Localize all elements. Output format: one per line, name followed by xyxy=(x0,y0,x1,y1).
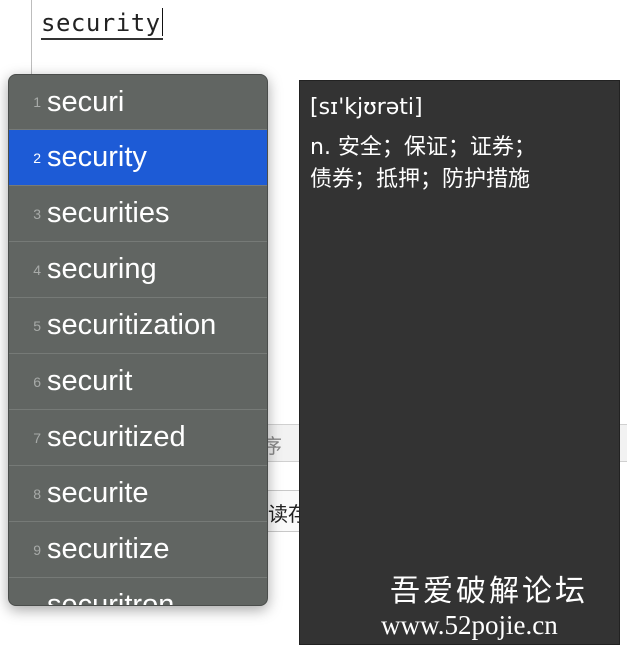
typed-word-text: security xyxy=(41,9,161,37)
watermark-site-name: 吾爱破解论坛 xyxy=(390,574,588,609)
suggestion-word: securities xyxy=(47,197,170,229)
suggestion-word: securit xyxy=(47,365,133,397)
suggestion-item[interactable]: 5 securitization xyxy=(9,298,267,354)
suggestion-item[interactable]: 9 securitize xyxy=(9,522,267,578)
suggestion-item[interactable]: 6 securit xyxy=(9,354,267,410)
suggestion-number: 9 xyxy=(33,541,41,558)
suggestion-word: securi xyxy=(47,85,125,118)
suggestion-item[interactable]: 3 securities xyxy=(9,186,267,242)
definition-panel: [sɪ'kjʊrəti] n. 安全；保证；证券； 债券；抵押；防护措施 xyxy=(299,80,620,645)
suggestion-word: securing xyxy=(47,253,157,285)
suggestion-number: 6 xyxy=(33,373,41,390)
suggestion-item[interactable]: 4 securing xyxy=(9,242,267,298)
suggestion-item[interactable]: securitron xyxy=(9,578,267,606)
suggestion-list: 1 securi 2 security 3 securities 4 secur… xyxy=(9,75,267,606)
watermark-url: www.52pojie.cn xyxy=(381,610,558,640)
suggestion-item-selected[interactable]: 2 security xyxy=(9,130,267,186)
typed-word[interactable]: security xyxy=(41,8,163,40)
suggestion-number: 7 xyxy=(33,429,41,446)
suggestion-word: securitized xyxy=(47,421,186,453)
suggestion-number: 1 xyxy=(33,94,41,110)
suggestion-item[interactable]: 8 securite xyxy=(9,466,267,522)
definition-line-1: n. 安全；保证；证券； xyxy=(310,135,536,160)
suggestion-word: security xyxy=(47,141,147,173)
suggestion-number: 5 xyxy=(33,317,41,334)
suggestion-word: securitize xyxy=(47,533,170,565)
suggestion-number: 3 xyxy=(33,205,41,222)
editor-gutter-line xyxy=(31,0,32,80)
phonetic-text: [sɪ'kjʊrəti] xyxy=(310,95,423,120)
suggestion-number: 4 xyxy=(33,261,41,278)
suggestion-word: securitron xyxy=(47,589,175,606)
definition-line-2: 债券；抵押；防护措施 xyxy=(310,167,531,192)
suggestion-item[interactable]: 7 securitized xyxy=(9,410,267,466)
autocomplete-popup[interactable]: 1 securi 2 security 3 securities 4 secur… xyxy=(8,74,268,606)
suggestion-number: 8 xyxy=(33,485,41,502)
suggestion-word: securitization xyxy=(47,309,217,341)
suggestion-word: securite xyxy=(47,477,149,509)
suggestion-item[interactable]: 1 securi xyxy=(9,75,267,130)
suggestion-number: 2 xyxy=(33,149,41,166)
text-caret xyxy=(161,8,163,36)
